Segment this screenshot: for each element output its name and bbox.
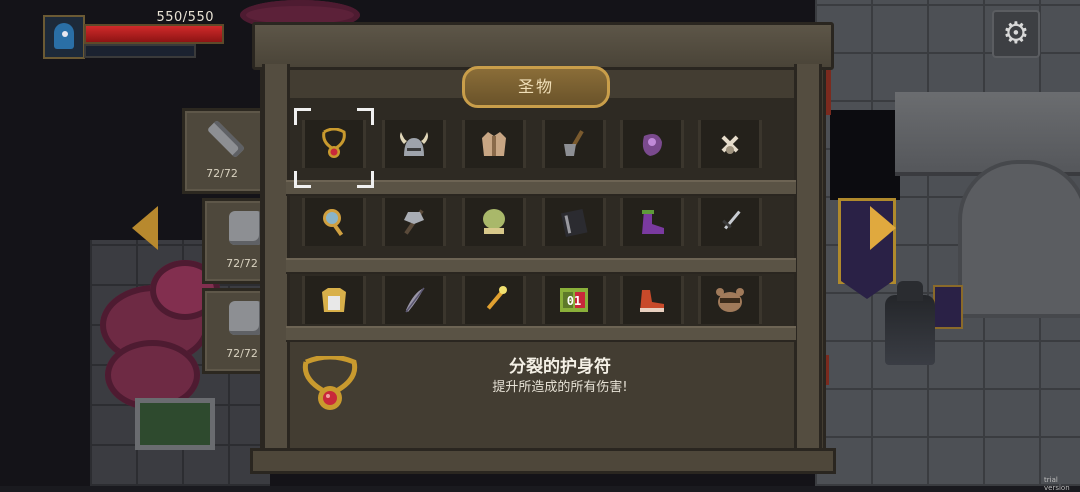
counter-box-icon: 01 [560, 288, 588, 312]
item-slot[interactable] [620, 198, 684, 246]
shovel-icon [564, 130, 584, 156]
wall-banner-small [933, 285, 963, 329]
cabinet-crown [252, 22, 834, 70]
item-slot[interactable] [698, 198, 762, 246]
gear-icon: ⚙ [1002, 16, 1030, 51]
hp-text: 550/550 [156, 10, 214, 25]
pouch-icon [229, 301, 263, 335]
green-orb-icon [483, 209, 505, 234]
dark-doorway [830, 110, 900, 200]
item-slot[interactable] [382, 120, 446, 168]
stone-planter [135, 398, 215, 450]
battle-axe-icon [404, 209, 424, 235]
item-slot[interactable] [462, 276, 526, 324]
cabinet-base [250, 448, 836, 474]
black-book-icon [560, 208, 588, 238]
health-bar [84, 24, 224, 44]
shelf [286, 326, 796, 342]
watermark: trial version [1044, 476, 1070, 492]
item-slot[interactable] [542, 198, 606, 246]
svg-text:01: 01 [567, 294, 581, 308]
item-slot[interactable] [620, 120, 684, 168]
shelf [286, 258, 796, 274]
item-slot[interactable] [542, 120, 606, 168]
item-slot[interactable] [302, 198, 366, 246]
next-page-arrow-icon[interactable] [870, 206, 896, 250]
cabinet-pillar-right [794, 64, 822, 456]
flaming-sword-icon [486, 286, 507, 310]
settings-button[interactable]: ⚙ [992, 10, 1040, 58]
selected-item-name: 分裂的护身符 [509, 357, 611, 377]
player-portrait[interactable] [43, 15, 85, 59]
stone-wall [895, 92, 1080, 176]
item-slot[interactable]: 01 [542, 276, 606, 324]
horned-helmet-icon [400, 132, 428, 156]
item-slot[interactable] [462, 120, 526, 168]
cabinet-title: 圣物 [462, 66, 610, 108]
red-shoe-icon [640, 290, 664, 312]
tab-count: 72/72 [206, 167, 238, 180]
item-slot[interactable] [698, 276, 762, 324]
armored-knight [885, 281, 935, 365]
item-slot[interactable] [620, 276, 684, 324]
tab-weapons[interactable]: 72/72 [182, 108, 268, 194]
bone-charm-icon [721, 135, 739, 154]
selected-amulet-icon [302, 356, 358, 410]
dagger-icon [722, 210, 741, 230]
item-slot[interactable] [302, 276, 366, 324]
item-slot[interactable] [382, 276, 446, 324]
eye-icon [62, 31, 68, 37]
item-slot[interactable] [382, 198, 446, 246]
golden-armor-icon [322, 288, 346, 312]
cloth-armor-icon [482, 132, 506, 156]
sword-icon [206, 119, 246, 159]
previous-page-arrow-icon[interactable] [132, 206, 158, 250]
item-slot[interactable] [462, 198, 526, 246]
health-bar-fill [86, 26, 222, 42]
selection-cursor [294, 108, 374, 188]
stone-archway [958, 160, 1080, 318]
purple-gauntlet-icon [642, 134, 662, 156]
magic-mirror-icon [323, 209, 344, 237]
selected-item-description: 提升所造成的所有伤害! [492, 380, 628, 395]
raccoon-mask-icon [716, 288, 744, 312]
purple-boot-icon [642, 210, 664, 234]
item-slot[interactable] [698, 120, 762, 168]
shield-icon [229, 211, 263, 245]
feather-icon [405, 287, 425, 313]
mana-bar [84, 44, 196, 58]
